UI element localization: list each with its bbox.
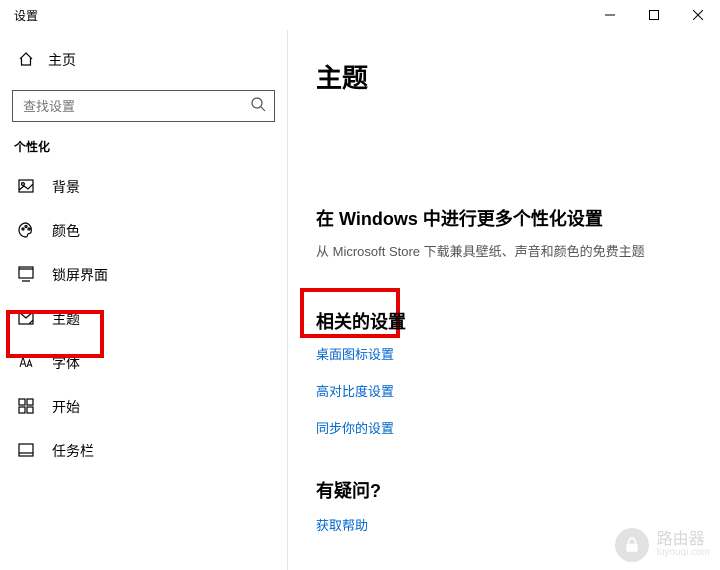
- search-icon: [250, 96, 266, 117]
- window-title: 设置: [14, 7, 38, 24]
- sidebar-item-background[interactable]: 背景: [0, 165, 287, 209]
- related-settings-heading: 相关的设置: [316, 308, 710, 334]
- minimize-button[interactable]: [588, 0, 632, 30]
- maximize-button[interactable]: [632, 0, 676, 30]
- font-icon: [18, 354, 34, 373]
- close-button[interactable]: [676, 0, 720, 30]
- link-get-help[interactable]: 获取帮助: [316, 515, 710, 534]
- sidebar-item-colors[interactable]: 颜色: [0, 209, 287, 253]
- sidebar-item-label: 主题: [52, 309, 80, 329]
- taskbar-icon: [18, 442, 34, 461]
- link-sync-settings[interactable]: 同步你的设置: [316, 418, 710, 437]
- sidebar-item-label: 颜色: [52, 221, 80, 241]
- sidebar-item-fonts[interactable]: 字体: [0, 341, 287, 385]
- sidebar: 主页 个性化 背景: [0, 30, 288, 570]
- search-input[interactable]: [23, 99, 250, 114]
- sidebar-item-taskbar[interactable]: 任务栏: [0, 429, 287, 473]
- start-icon: [18, 398, 34, 417]
- more-personalization-sub: 从 Microsoft Store 下载兼具壁纸、声音和颜色的免费主题: [316, 241, 710, 260]
- sidebar-item-label: 任务栏: [52, 441, 94, 461]
- page-title: 主题: [316, 58, 710, 95]
- search-box[interactable]: [12, 90, 275, 122]
- question-heading: 有疑问?: [316, 477, 710, 503]
- palette-icon: [18, 222, 34, 241]
- section-label: 个性化: [0, 138, 287, 165]
- sidebar-item-lockscreen[interactable]: 锁屏界面: [0, 253, 287, 297]
- picture-icon: [18, 178, 34, 197]
- more-personalization-heading: 在 Windows 中进行更多个性化设置: [316, 205, 710, 231]
- titlebar: 设置: [0, 0, 720, 30]
- sidebar-item-label: 背景: [52, 177, 80, 197]
- sidebar-item-themes[interactable]: 主题: [0, 297, 287, 341]
- link-desktop-icon-settings[interactable]: 桌面图标设置: [316, 344, 710, 363]
- sidebar-item-start[interactable]: 开始: [0, 385, 287, 429]
- sidebar-item-label: 开始: [52, 397, 80, 417]
- themes-icon: [18, 310, 34, 329]
- nav-home[interactable]: 主页: [0, 40, 287, 80]
- home-icon: [18, 51, 34, 70]
- window-controls: [588, 0, 720, 30]
- sidebar-item-label: 锁屏界面: [52, 265, 108, 285]
- content-pane: 主题 在 Windows 中进行更多个性化设置 从 Microsoft Stor…: [288, 30, 720, 570]
- nav-home-label: 主页: [48, 50, 76, 70]
- link-high-contrast[interactable]: 高对比度设置: [316, 381, 710, 400]
- lockscreen-icon: [18, 266, 34, 285]
- sidebar-item-label: 字体: [52, 353, 80, 373]
